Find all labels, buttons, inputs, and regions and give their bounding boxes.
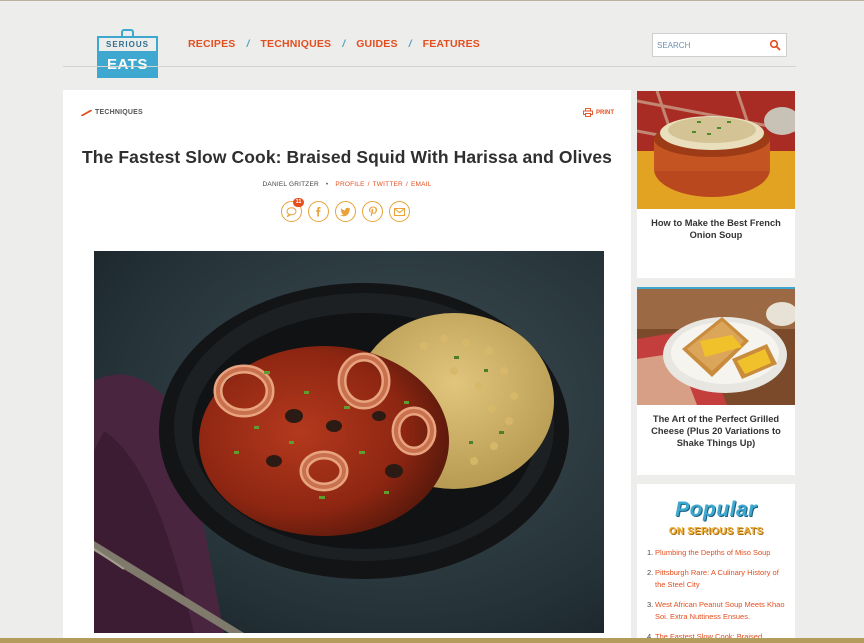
popular-subtitle: ON SERIOUS EATS [668, 526, 764, 537]
item-number: 1. [647, 548, 654, 557]
pinterest-icon [368, 206, 377, 217]
nav-separator: / [408, 38, 412, 50]
byline-separator: / [367, 181, 370, 188]
comment-bubble-icon [286, 206, 297, 217]
card-caption[interactable]: How to Make the Best French Onion Soup [637, 209, 795, 241]
top-border [0, 0, 864, 1]
nav-recipes[interactable]: RECIPES [188, 38, 236, 50]
popular-item[interactable]: 2. Pittsburgh Rare: A Culinary History of… [647, 567, 789, 591]
category-label: TECHNIQUES [95, 109, 143, 116]
category-breadcrumb[interactable]: TECHNIQUES [81, 109, 143, 116]
logo-top-text: SERIOUS [97, 36, 158, 51]
popular-item-link[interactable]: West African Peanut Soup Meets Khao Soi.… [655, 599, 789, 623]
header-divider [63, 66, 796, 67]
article-panel: TECHNIQUES PRINT The Fastest Slow Cook: … [63, 90, 631, 643]
item-number: 3. [647, 600, 654, 609]
twitter-share-button[interactable] [335, 201, 356, 222]
search-box [652, 33, 787, 57]
popular-title: Popular [675, 498, 757, 521]
article-title: The Fastest Slow Cook: Braised Squid Wit… [82, 147, 612, 167]
popular-box: Popular ON SERIOUS EATS 1. Plumbing the D… [637, 484, 795, 643]
comments-button[interactable]: 11 [281, 198, 304, 222]
search-icon[interactable] [769, 39, 781, 51]
search-input[interactable] [657, 38, 762, 52]
bottom-border [0, 638, 864, 643]
author-profile-link[interactable]: PROFILE [335, 181, 364, 188]
author-twitter-link[interactable]: TWITTER [373, 181, 403, 188]
popular-item-link[interactable]: Plumbing the Depths of Miso Soup [655, 547, 770, 559]
serious-eats-logo[interactable]: SERIOUS EATS [97, 29, 158, 78]
onion-soup-image [637, 91, 795, 209]
grilled-cheese-image [637, 289, 795, 405]
item-number: 2. [647, 568, 654, 577]
popular-list: 1. Plumbing the Depths of Miso Soup 2. Pit… [647, 547, 789, 643]
printer-icon [583, 108, 593, 117]
nav-features[interactable]: FEATURES [423, 38, 480, 50]
pencil-icon [81, 109, 92, 116]
author-email-link[interactable]: EMAIL [411, 181, 432, 188]
nav-separator: / [342, 38, 346, 50]
hero-photo [94, 251, 604, 633]
pinterest-share-button[interactable] [362, 201, 383, 222]
popular-item[interactable]: 1. Plumbing the Depths of Miso Soup [647, 547, 789, 559]
sidebar-card-grilled-cheese[interactable]: The Art of the Perfect Grilled Cheese (P… [637, 287, 795, 475]
logo-bottom-text: EATS [97, 51, 158, 78]
onion-soup-photo [637, 91, 795, 209]
facebook-icon [315, 207, 320, 217]
nav-separator: / [246, 38, 250, 50]
sidebar-card-onion-soup[interactable]: How to Make the Best French Onion Soup [637, 91, 795, 278]
byline: DANIEL GRITZER • PROFILE / TWITTER / EMAIL [63, 181, 631, 188]
envelope-icon [394, 207, 405, 216]
print-label: PRINT [596, 109, 614, 116]
grilled-cheese-photo [637, 289, 795, 405]
card-caption[interactable]: The Art of the Perfect Grilled Cheese (P… [637, 405, 795, 449]
byline-dot: • [325, 181, 329, 188]
facebook-share-button[interactable] [308, 201, 329, 222]
popular-item[interactable]: 3. West African Peanut Soup Meets Khao So… [647, 599, 789, 623]
main-nav: RECIPES / TECHNIQUES / GUIDES / FEATURES [188, 38, 480, 50]
popular-item-link[interactable]: Pittsburgh Rare: A Culinary History of t… [655, 567, 789, 591]
nav-techniques[interactable]: TECHNIQUES [260, 38, 331, 50]
byline-separator: / [405, 181, 408, 188]
share-buttons: 11 [281, 198, 410, 222]
print-button[interactable]: PRINT [583, 108, 614, 117]
twitter-icon [340, 207, 351, 216]
braised-squid-image [94, 251, 604, 633]
nav-guides[interactable]: GUIDES [356, 38, 397, 50]
email-share-button[interactable] [389, 201, 410, 222]
author-name[interactable]: DANIEL GRITZER [263, 181, 319, 188]
comment-count-badge: 11 [293, 198, 304, 207]
